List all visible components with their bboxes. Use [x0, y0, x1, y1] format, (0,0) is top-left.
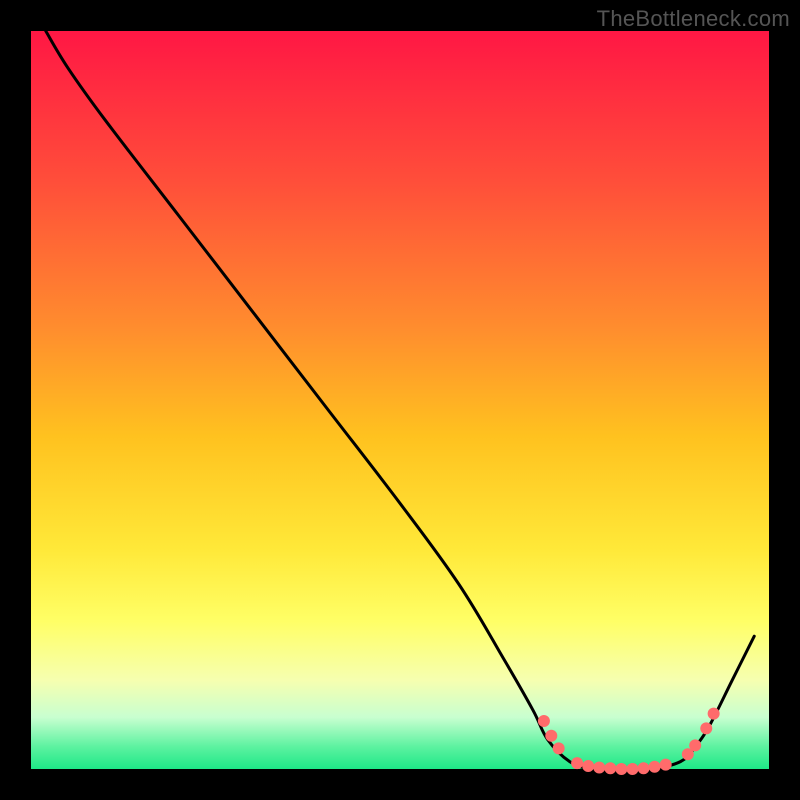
chart-stage: TheBottleneck.com [0, 0, 800, 800]
curve-marker [553, 742, 565, 754]
curve-marker [615, 763, 627, 775]
watermark-text: TheBottleneck.com [597, 6, 790, 32]
curve-marker [708, 708, 720, 720]
curve-marker [582, 760, 594, 772]
curve-marker [545, 730, 557, 742]
bottleneck-chart [0, 0, 800, 800]
curve-marker [626, 763, 638, 775]
curve-marker [700, 722, 712, 734]
curve-marker [571, 757, 583, 769]
curve-marker [660, 759, 672, 771]
curve-marker [538, 715, 550, 727]
curve-marker [593, 762, 605, 774]
curve-marker [649, 761, 661, 773]
curve-marker [604, 762, 616, 774]
curve-marker [638, 762, 650, 774]
curve-marker [689, 739, 701, 751]
chart-background [31, 31, 769, 769]
